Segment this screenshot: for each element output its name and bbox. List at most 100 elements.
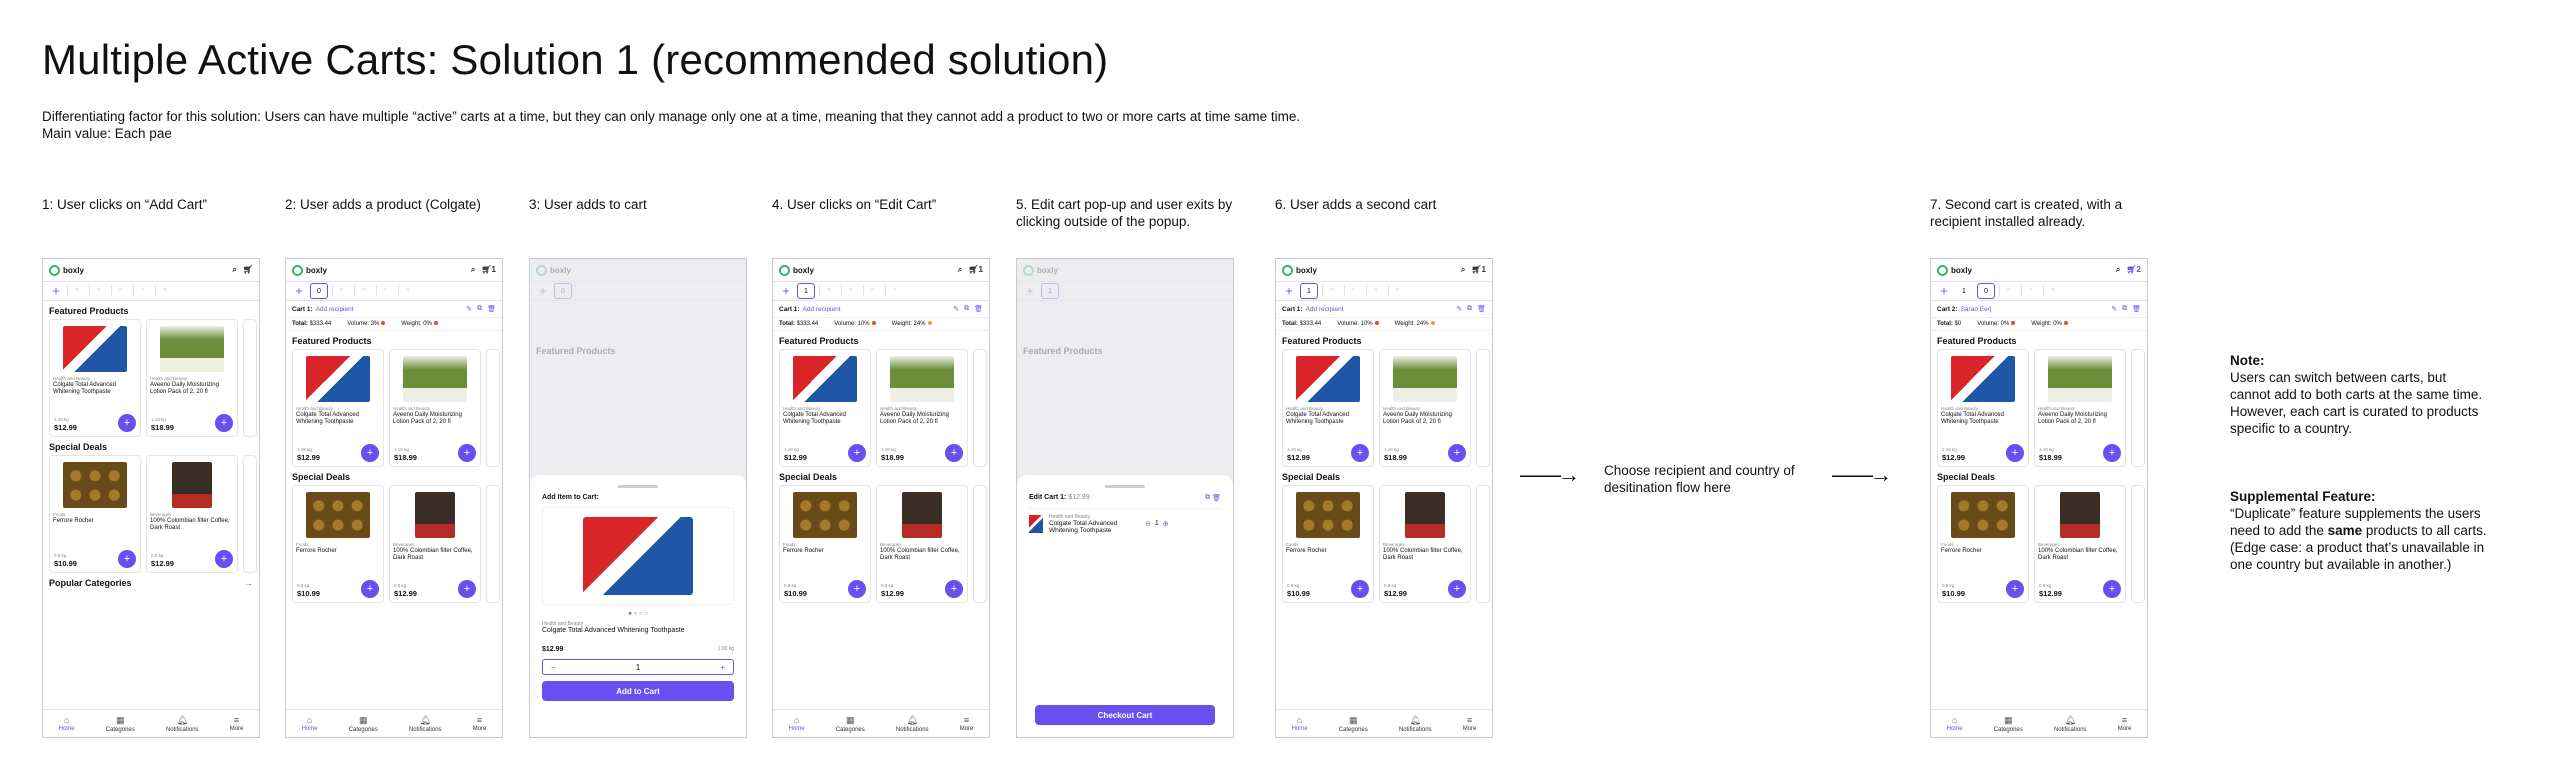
- add-to-cart-button[interactable]: +: [458, 580, 476, 598]
- edit-icon[interactable]: ✎: [2111, 305, 2117, 313]
- nav-notifications[interactable]: 🔔︎ Notifications: [166, 715, 199, 733]
- recipient-link[interactable]: Sarao Eerj: [1961, 306, 1992, 313]
- add-recipient-link[interactable]: Add recipient: [1306, 306, 1344, 313]
- product-card[interactable]: Health and Beauty Aveeno Daily Moisturizi…: [389, 349, 481, 467]
- add-to-cart-button[interactable]: +: [1351, 580, 1369, 598]
- nav-categories[interactable]: ▦ Categories: [349, 715, 378, 733]
- nav-more[interactable]: ≡ More: [1463, 715, 1477, 732]
- cart-tab-active[interactable]: 1: [1300, 283, 1318, 299]
- cart-icon[interactable]: 🛒︎1: [481, 265, 496, 275]
- nav-more[interactable]: ≡ More: [230, 715, 244, 732]
- product-card[interactable]: Health and Beauty Aveeno Daily Moisturizi…: [2034, 349, 2126, 467]
- add-to-cart-button[interactable]: +: [361, 444, 379, 462]
- product-card[interactable]: Health and Beauty Aveeno Daily Moisturizi…: [146, 319, 238, 437]
- product-card[interactable]: Beverages 100% Colombian filter Coffee, D…: [1379, 485, 1471, 603]
- product-card[interactable]: Foods Ferrore Rocher 0.8 kg $10.99 +: [779, 485, 871, 603]
- search-icon[interactable]: ⌕: [471, 265, 475, 275]
- nav-notifications[interactable]: 🔔︎ Notifications: [896, 715, 929, 733]
- nav-home[interactable]: ⌂ Home: [789, 715, 805, 732]
- add-to-cart-button[interactable]: +: [848, 444, 866, 462]
- trash-icon[interactable]: 🗑︎: [1477, 305, 1486, 313]
- duplicate-icon[interactable]: ⧉: [1205, 494, 1210, 502]
- add-cart-button[interactable]: +: [292, 284, 306, 298]
- search-icon[interactable]: ⌕: [958, 265, 962, 275]
- nav-notifications[interactable]: 🔔︎ Notifications: [1399, 715, 1432, 733]
- product-card[interactable]: Health and Beauty Colgate Total Advanced …: [49, 319, 141, 437]
- quantity-stepper[interactable]: − 1 +: [542, 659, 734, 675]
- add-to-cart-button[interactable]: +: [945, 444, 963, 462]
- product-card[interactable]: Health and Beauty Colgate Total Advanced …: [1937, 349, 2029, 467]
- duplicate-icon[interactable]: ⧉: [1467, 305, 1472, 313]
- nav-categories[interactable]: ▦ Categories: [1339, 715, 1368, 733]
- add-to-cart-button[interactable]: +: [1351, 444, 1369, 462]
- product-card[interactable]: Health and Beauty Aveeno Daily Moisturizi…: [1379, 349, 1471, 467]
- add-to-cart-button[interactable]: +: [118, 550, 136, 568]
- add-cart-button[interactable]: +: [779, 284, 793, 298]
- add-to-cart-button[interactable]: +: [945, 580, 963, 598]
- checkout-cart-button[interactable]: Checkout Cart: [1035, 705, 1215, 725]
- product-card[interactable]: Beverages 100% Colombian filter Coffee, D…: [389, 485, 481, 603]
- cart-tab-active[interactable]: 0: [1977, 283, 1995, 299]
- quantity-stepper[interactable]: ⊖ 1 ⊕: [1145, 520, 1169, 528]
- minus-icon[interactable]: −: [551, 663, 556, 672]
- product-card[interactable]: Foods Ferrore Rocher 0.8 kg $10.99 +: [1937, 485, 2029, 603]
- duplicate-icon[interactable]: ⧉: [477, 305, 482, 313]
- sheet-handle[interactable]: [1105, 485, 1145, 488]
- cart-tab-active[interactable]: 0: [310, 283, 328, 299]
- nav-categories[interactable]: ▦ Categories: [1994, 715, 2023, 733]
- add-to-cart-button[interactable]: +: [2103, 444, 2121, 462]
- product-card[interactable]: Foods Ferrore Rocher 0.8 kg $10.99 +: [1282, 485, 1374, 603]
- trash-icon[interactable]: 🗑︎: [2132, 305, 2141, 313]
- plus-icon[interactable]: +: [720, 663, 725, 672]
- product-card[interactable]: Beverages 100% Colombian filter Coffee, D…: [146, 455, 238, 573]
- edit-icon[interactable]: ✎: [953, 305, 959, 313]
- minus-icon[interactable]: ⊖: [1145, 520, 1151, 528]
- product-card[interactable]: Health and Beauty Colgate Total Advanced …: [292, 349, 384, 467]
- add-cart-button[interactable]: +: [1937, 284, 1951, 298]
- nav-categories[interactable]: ▦ Categories: [106, 715, 135, 733]
- sheet-handle[interactable]: [618, 485, 658, 488]
- cart-icon[interactable]: 🛒︎: [243, 265, 253, 275]
- add-to-cart-button[interactable]: +: [1448, 444, 1466, 462]
- trash-icon[interactable]: 🗑︎: [974, 305, 983, 313]
- nav-categories[interactable]: ▦ Categories: [836, 715, 865, 733]
- cart-icon[interactable]: 🛒︎1: [968, 265, 983, 275]
- product-card[interactable]: Beverages 100% Colombian filter Coffee, D…: [876, 485, 968, 603]
- add-to-cart-button[interactable]: +: [215, 414, 233, 432]
- nav-more[interactable]: ≡ More: [2118, 715, 2132, 732]
- popular-categories-header[interactable]: Popular Categories →: [43, 573, 259, 591]
- add-to-cart-button[interactable]: +: [848, 580, 866, 598]
- trash-icon[interactable]: 🗑︎: [1212, 494, 1221, 502]
- nav-more[interactable]: ≡ More: [473, 715, 487, 732]
- product-card[interactable]: Beverages 100% Colombian filter Coffee, D…: [2034, 485, 2126, 603]
- cart-icon[interactable]: 🛒︎1: [1471, 265, 1486, 275]
- duplicate-icon[interactable]: ⧉: [2122, 305, 2127, 313]
- add-to-cart-button[interactable]: +: [458, 444, 476, 462]
- add-to-cart-button[interactable]: +: [1448, 580, 1466, 598]
- product-card[interactable]: Health and Beauty Aveeno Daily Moisturizi…: [876, 349, 968, 467]
- arrow-right-icon[interactable]: →: [244, 578, 253, 588]
- add-to-cart-button[interactable]: +: [215, 550, 233, 568]
- nav-home[interactable]: ⌂ Home: [1292, 715, 1308, 732]
- product-card[interactable]: Foods Ferrore Rocher 0.8 kg $10.99 +: [292, 485, 384, 603]
- nav-more[interactable]: ≡ More: [960, 715, 974, 732]
- search-icon[interactable]: ⌕: [1461, 265, 1465, 275]
- add-to-cart-button[interactable]: +: [2006, 580, 2024, 598]
- search-icon[interactable]: ⌕: [2116, 265, 2120, 275]
- add-recipient-link[interactable]: Add recipient: [803, 306, 841, 313]
- product-card[interactable]: Health and Beauty Colgate Total Advanced …: [1282, 349, 1374, 467]
- cart-tab-active[interactable]: 1: [797, 283, 815, 299]
- add-cart-button[interactable]: +: [49, 284, 63, 298]
- duplicate-icon[interactable]: ⧉: [964, 305, 969, 313]
- edit-icon[interactable]: ✎: [466, 305, 472, 313]
- add-recipient-link[interactable]: Add recipient: [316, 306, 354, 313]
- cart-icon[interactable]: 🛒︎2: [2126, 265, 2141, 275]
- nav-home[interactable]: ⌂ Home: [1947, 715, 1963, 732]
- add-cart-button[interactable]: +: [1282, 284, 1296, 298]
- nav-notifications[interactable]: 🔔︎ Notifications: [409, 715, 442, 733]
- product-card[interactable]: Foods Ferrore Rocher 0.8 kg $10.99 +: [49, 455, 141, 573]
- carousel-dots[interactable]: ● ○ ○ ○: [542, 611, 734, 617]
- nav-home[interactable]: ⌂ Home: [59, 715, 75, 732]
- trash-icon[interactable]: 🗑︎: [487, 305, 496, 313]
- add-to-cart-button[interactable]: Add to Cart: [542, 681, 734, 701]
